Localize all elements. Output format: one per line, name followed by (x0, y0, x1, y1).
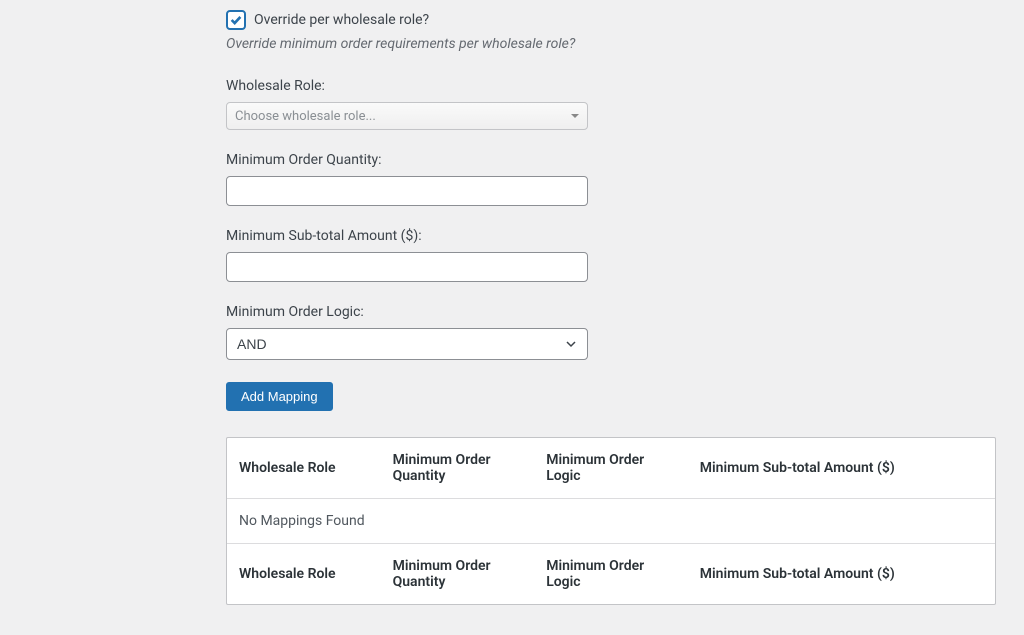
min-logic-select[interactable]: AND (226, 328, 588, 360)
tf-logic: Minimum Order Logic (534, 544, 688, 605)
min-qty-input[interactable] (226, 176, 588, 206)
mappings-table: Wholesale Role Minimum Order Quantity Mi… (227, 438, 995, 604)
wholesale-role-label: Wholesale Role: (226, 78, 1006, 94)
table-row: No Mappings Found (227, 499, 995, 544)
wholesale-role-select[interactable]: Choose wholesale role... (226, 102, 588, 130)
empty-state: No Mappings Found (227, 499, 995, 544)
th-role: Wholesale Role (227, 438, 381, 499)
min-qty-label: Minimum Order Quantity: (226, 152, 1006, 168)
min-logic-label: Minimum Order Logic: (226, 304, 1006, 320)
tf-role: Wholesale Role (227, 544, 381, 605)
tf-amount: Minimum Sub-total Amount ($) (688, 544, 995, 605)
th-qty: Minimum Order Quantity (381, 438, 535, 499)
mappings-table-wrap: Wholesale Role Minimum Order Quantity Mi… (226, 437, 996, 605)
override-checkbox[interactable] (226, 10, 246, 30)
min-subtotal-input[interactable] (226, 252, 588, 282)
th-logic: Minimum Order Logic (534, 438, 688, 499)
check-icon (229, 13, 243, 27)
add-mapping-button[interactable]: Add Mapping (226, 382, 333, 411)
wholesale-role-placeholder: Choose wholesale role... (235, 109, 376, 124)
override-help-text: Override minimum order requirements per … (226, 36, 1006, 52)
th-amount: Minimum Sub-total Amount ($) (688, 438, 995, 499)
override-checkbox-label: Override per wholesale role? (254, 12, 429, 28)
tf-qty: Minimum Order Quantity (381, 544, 535, 605)
chevron-down-icon (571, 114, 579, 118)
min-subtotal-label: Minimum Sub-total Amount ($): (226, 228, 1006, 244)
